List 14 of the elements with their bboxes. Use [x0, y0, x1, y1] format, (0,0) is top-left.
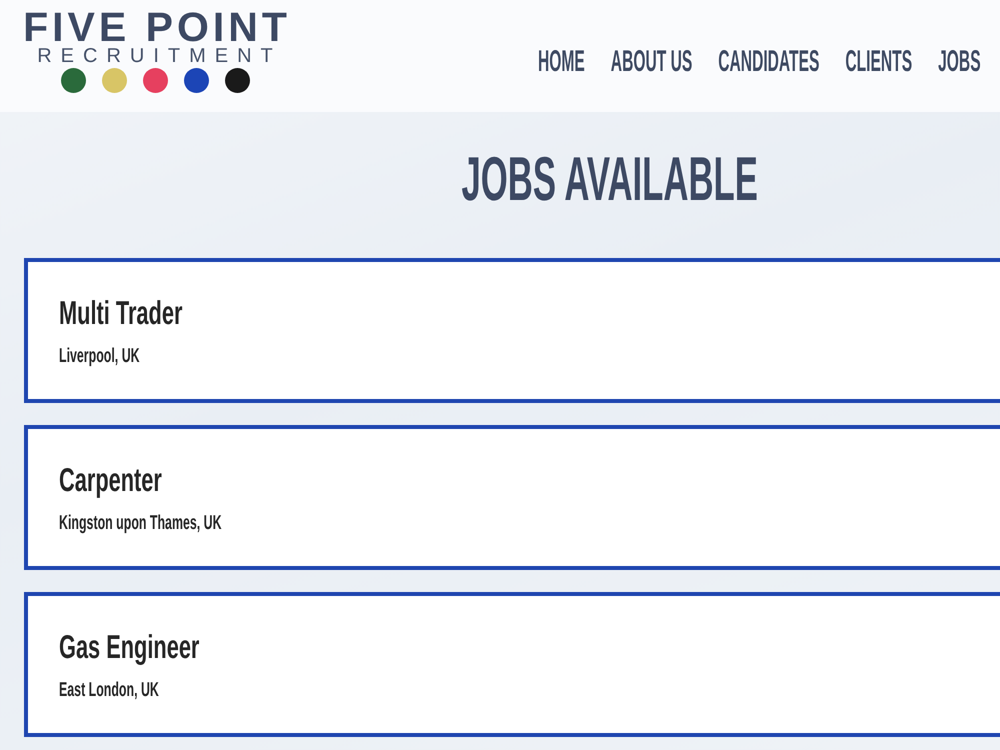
job-location: Kingston upon Thames, UK: [59, 510, 222, 535]
nav-link[interactable]: CLIENTS: [845, 47, 912, 77]
nav-link[interactable]: HOME: [538, 47, 585, 77]
job-title: Carpenter: [59, 460, 162, 500]
job-location: Liverpool, UK: [59, 344, 140, 368]
logo-wordmark: FIVE POINT: [23, 7, 291, 48]
job-title: Multi Trader: [59, 293, 182, 333]
nav-link[interactable]: CANDIDATES: [718, 47, 820, 77]
job-title: Gas Engineer: [59, 627, 200, 667]
job-location: East London, UK: [59, 678, 159, 702]
nav-link[interactable]: ABOUT US: [610, 47, 692, 77]
logo-tagline: RECRUITMENT: [37, 46, 282, 66]
page-title: JOBS AVAILABLE: [462, 144, 758, 216]
nav-link[interactable]: JOBS: [938, 47, 981, 77]
